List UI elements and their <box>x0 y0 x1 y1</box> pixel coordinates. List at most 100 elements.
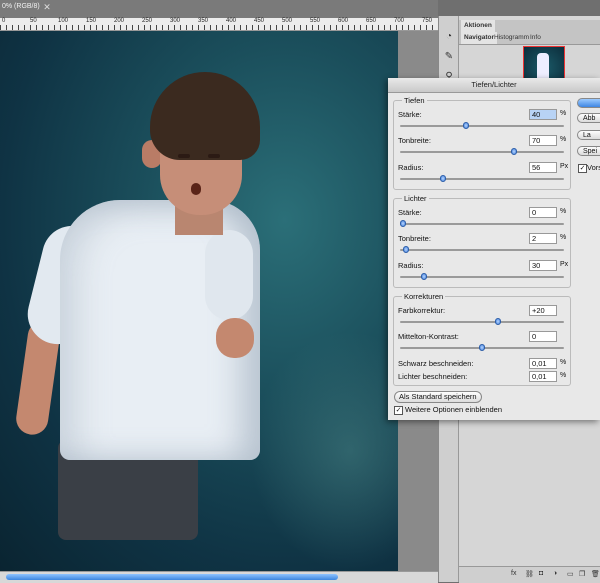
tiefen-group: Tiefen Stärke: 40 % Tonbreite: 70 % Radi… <box>393 96 571 190</box>
photo-mouth <box>191 183 201 195</box>
tiefen-staerke-label: Stärke: <box>398 110 422 119</box>
save-button[interactable]: Spei <box>577 146 600 156</box>
mask-icon[interactable]: ◘ <box>539 570 543 577</box>
tiefen-legend: Tiefen <box>402 96 427 105</box>
photo-right-hand <box>216 318 254 358</box>
fx-icon[interactable]: fx <box>511 570 516 577</box>
korrekturen-legend: Korrekturen <box>402 292 446 301</box>
preview-label: Vors <box>587 163 600 172</box>
link-icon[interactable]: ⛓ <box>525 570 534 578</box>
tiefen-tonbreite-input[interactable]: 70 <box>529 135 557 146</box>
ruler-label: 450 <box>254 18 265 24</box>
mittelton-kontrast-input[interactable]: 0 <box>529 331 557 342</box>
ruler-label: 300 <box>170 18 181 24</box>
horizontal-scrollbar[interactable] <box>0 571 438 583</box>
lichter-radius-slider[interactable] <box>400 273 564 280</box>
ruler-label: 700 <box>394 18 405 24</box>
farbkorrektur-slider[interactable] <box>400 318 564 325</box>
more-options-checkbox[interactable]: ✓ <box>394 406 403 415</box>
lichter-radius-label: Radius: <box>398 261 424 270</box>
tiefen-radius-label: Radius: <box>398 163 424 172</box>
lichter-beschneiden-unit: % <box>560 372 567 379</box>
photo-eye <box>178 154 190 158</box>
tab-histogramm[interactable]: Histogramm <box>491 32 532 44</box>
ruler-label: 0 <box>2 18 6 24</box>
schwarz-beschneiden-label: Schwarz beschneiden: <box>398 359 474 368</box>
lichter-legend: Lichter <box>402 194 429 203</box>
ruler-label: 400 <box>226 18 237 24</box>
load-button[interactable]: La <box>577 130 600 140</box>
slider-knob[interactable] <box>463 122 469 129</box>
scrollbar-thumb[interactable] <box>6 574 338 580</box>
tiefen-radius-slider[interactable] <box>400 175 564 182</box>
close-icon[interactable]: ✕ <box>42 2 52 12</box>
lichter-tonbreite-input[interactable]: 2 <box>529 233 557 244</box>
tiefen-staerke-unit: % <box>560 110 567 117</box>
slider-knob[interactable] <box>479 344 485 351</box>
slider-knob[interactable] <box>495 318 501 325</box>
lichter-beschneiden-label: Lichter beschneiden: <box>398 372 468 381</box>
mittelton-kontrast-slider[interactable] <box>400 344 564 351</box>
ruler-ticks <box>0 25 438 30</box>
korrekturen-group: Korrekturen Farbkorrektur: +20 Mittelton… <box>393 292 571 386</box>
lichter-staerke-input[interactable]: 0 <box>529 207 557 218</box>
lichter-staerke-unit: % <box>560 208 567 215</box>
dialog-titlebar[interactable]: Tiefen/Lichter <box>388 78 600 93</box>
dialog-title: Tiefen/Lichter <box>471 80 517 89</box>
slider-knob[interactable] <box>403 246 409 253</box>
folder-icon[interactable]: ▭ <box>567 570 574 578</box>
tiefen-staerke-input[interactable]: 40 <box>529 109 557 120</box>
lichter-radius-unit: Px <box>560 261 569 268</box>
tiefen-tonbreite-label: Tonbreite: <box>398 136 431 145</box>
lichter-tonbreite-slider[interactable] <box>400 246 564 253</box>
farbkorrektur-input[interactable]: +20 <box>529 305 557 316</box>
mittelton-kontrast-label: Mittelton-Kontrast: <box>398 332 459 341</box>
slider-knob[interactable] <box>400 220 406 227</box>
cancel-button[interactable]: Abb <box>577 113 600 123</box>
history-icon[interactable]: ◔ <box>442 30 456 44</box>
adjustment-icon[interactable]: ◑ <box>553 570 557 577</box>
trash-icon[interactable]: 🗑 <box>591 570 600 578</box>
more-options-label: Weitere Optionen einblenden <box>405 405 503 414</box>
lichter-beschneiden-input[interactable]: 0,01 <box>529 371 557 382</box>
ruler-label: 150 <box>86 18 97 24</box>
tiefen-radius-input[interactable]: 56 <box>529 162 557 173</box>
document-tab[interactable]: 0% (RGB/8) ✕ <box>0 0 438 18</box>
ruler-label: 350 <box>198 18 209 24</box>
lichter-tonbreite-label: Tonbreite: <box>398 234 431 243</box>
panel-tabs-navigator: Navigator Histogramm Info <box>459 32 600 45</box>
lichter-staerke-label: Stärke: <box>398 208 422 217</box>
photo-right-sleeve <box>205 230 253 320</box>
ruler-label: 200 <box>114 18 125 24</box>
new-layer-icon[interactable]: ❐ <box>579 570 585 578</box>
shadows-highlights-dialog: Tiefen/Lichter Tiefen Stärke: 40 % Tonbr… <box>388 78 600 420</box>
schwarz-beschneiden-input[interactable]: 0,01 <box>529 358 557 369</box>
preview-checkbox[interactable]: ✓ <box>578 164 587 173</box>
tab-aktionen[interactable]: Aktionen <box>461 20 495 32</box>
slider-knob[interactable] <box>440 175 446 182</box>
document-tab-title: 0% (RGB/8) <box>2 3 40 10</box>
ruler-label: 500 <box>282 18 293 24</box>
lichter-tonbreite-unit: % <box>560 234 567 241</box>
tab-info[interactable]: Info <box>527 32 544 44</box>
slider-knob[interactable] <box>421 273 427 280</box>
tiefen-staerke-slider[interactable] <box>400 122 564 129</box>
ruler-label: 250 <box>142 18 153 24</box>
brush-icon[interactable]: ✎ <box>442 50 456 64</box>
lichter-radius-input[interactable]: 30 <box>529 260 557 271</box>
ruler-label: 750 <box>422 18 433 24</box>
schwarz-beschneiden-unit: % <box>560 359 567 366</box>
tiefen-tonbreite-unit: % <box>560 136 567 143</box>
lichter-staerke-slider[interactable] <box>400 220 564 227</box>
ok-button[interactable] <box>577 98 600 108</box>
ruler-label: 650 <box>366 18 377 24</box>
panel-bottom-bar: fx ⛓ ◘ ◑ ▭ ❐ 🗑 <box>459 566 600 583</box>
ruler-label: 600 <box>338 18 349 24</box>
tiefen-tonbreite-slider[interactable] <box>400 148 564 155</box>
save-as-default-button[interactable]: Als Standard speichern <box>394 391 482 403</box>
photo-eye <box>208 154 220 158</box>
tiefen-radius-unit: Px <box>560 163 569 170</box>
ruler-label: 50 <box>30 18 37 24</box>
slider-knob[interactable] <box>511 148 517 155</box>
lichter-group: Lichter Stärke: 0 % Tonbreite: 2 % Radiu… <box>393 194 571 288</box>
